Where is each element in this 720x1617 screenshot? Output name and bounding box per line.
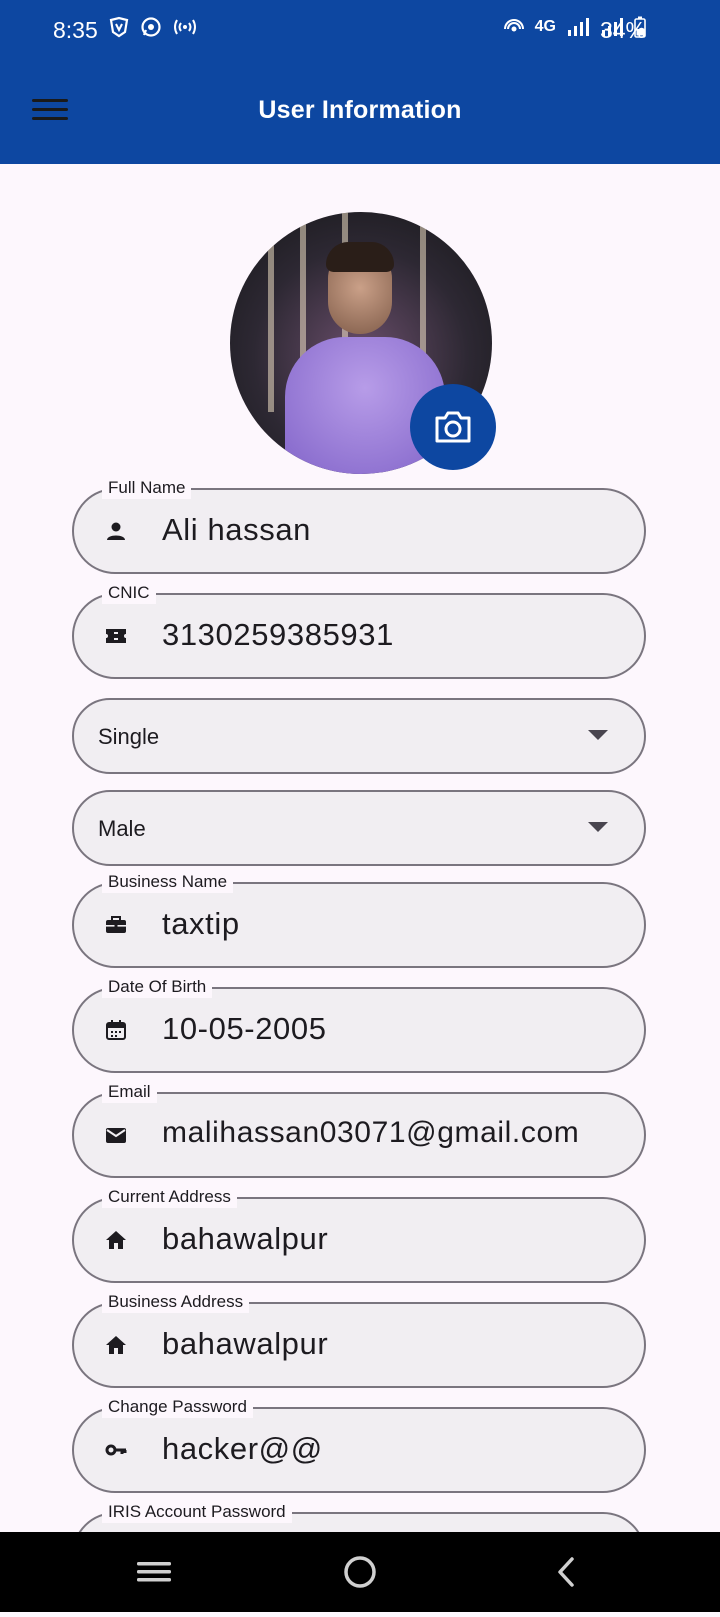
business-name-label: Business Name [102,871,234,893]
recents-button[interactable] [94,1532,214,1612]
hotspot-icon [174,19,196,35]
home-button[interactable] [300,1532,420,1612]
briefcase-icon [106,916,126,933]
camera-icon [435,411,471,443]
back-icon [558,1557,574,1587]
marital-status-select[interactable]: Single [72,698,646,774]
email-label: Email [102,1081,157,1103]
signal-icon [568,18,589,36]
system-navigation-bar [0,1532,720,1612]
battery-percent: 34% [599,17,646,43]
business-name-field[interactable]: Business Name taxtip [72,871,646,968]
email-field[interactable]: Email malihassan03071@gmail.com [72,1081,646,1178]
status-time: 8:35 [53,17,98,43]
gender-select[interactable]: Male [72,790,646,866]
person-icon [107,522,125,540]
cnic-field[interactable]: CNIC 3130259385931 [72,582,646,679]
mail-icon [106,1128,126,1143]
recents-icon [137,1562,171,1582]
chevron-down-icon [588,822,608,832]
business-name-value: taxtip [162,906,240,941]
dob-label: Date Of Birth [102,976,213,998]
app-bar: User Information [0,60,720,164]
full-name-field[interactable]: Full Name Ali hassan [72,477,646,574]
iris-password-label: IRIS Account Password [102,1501,292,1523]
email-value: malihassan03071@gmail.com [162,1116,580,1149]
dob-field[interactable]: Date Of Birth 10-05-2005 [72,976,646,1073]
key-icon [105,1444,127,1456]
chevron-down-icon [588,730,608,740]
change-photo-button[interactable] [410,384,496,470]
cnic-label: CNIC [102,582,156,604]
change-password-label: Change Password [102,1396,253,1418]
change-password-value: hacker@@ [162,1431,323,1466]
gender-value: Male [98,816,146,841]
page-title: User Information [258,96,462,124]
home-icon [106,1231,126,1249]
network-type: 4G [534,18,556,35]
marital-status-value: Single [98,724,160,749]
full-name-value: Ali hassan [162,512,312,547]
back-button[interactable] [506,1532,626,1612]
business-address-field[interactable]: Business Address bahawalpur [72,1291,646,1388]
calendar-icon [106,1020,126,1040]
business-address-value: bahawalpur [162,1326,329,1361]
business-address-label: Business Address [102,1291,250,1313]
whatsapp-icon [141,17,161,37]
current-address-value: bahawalpur [162,1221,329,1256]
home-circle-icon [344,1556,376,1588]
change-password-field[interactable]: Change Password hacker@@ [72,1396,646,1493]
cnic-value: 3130259385931 [162,617,394,652]
current-address-label: Current Address [102,1186,237,1208]
full-name-label: Full Name [102,477,192,499]
id-card-icon [106,629,126,643]
current-address-field[interactable]: Current Address bahawalpur [72,1186,646,1283]
status-notification-icons [108,16,198,38]
shield-icon [109,16,129,38]
status-bar: 8:35 4G 34% [0,0,720,60]
home-icon [106,1336,126,1354]
wifi-calling-icon [503,19,524,32]
dob-value: 10-05-2005 [162,1011,327,1046]
